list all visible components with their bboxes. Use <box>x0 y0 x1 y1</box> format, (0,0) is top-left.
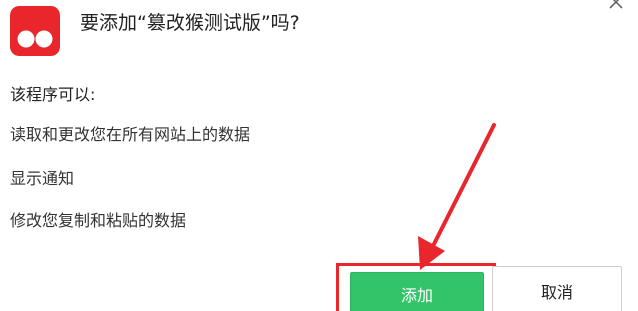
close-icon[interactable] <box>608 0 624 10</box>
extension-install-dialog: 要添加“篡改猴测试版”吗? 该程序可以: 读取和更改您在所有网站上的数据 显示通… <box>0 0 638 311</box>
add-button[interactable]: 添加 <box>350 272 484 311</box>
permission-item: 显示通知 <box>10 169 75 188</box>
permission-item: 修改您复制和粘贴的数据 <box>10 211 187 230</box>
permissions-header: 该程序可以: <box>10 85 96 104</box>
permission-item: 读取和更改您在所有网站上的数据 <box>10 125 251 144</box>
tampermonkey-logo-icon <box>10 6 60 56</box>
red-arrow-icon <box>418 123 496 270</box>
dialog-title: 要添加“篡改猴测试版”吗? <box>80 12 300 34</box>
cancel-button[interactable]: 取消 <box>492 266 622 311</box>
